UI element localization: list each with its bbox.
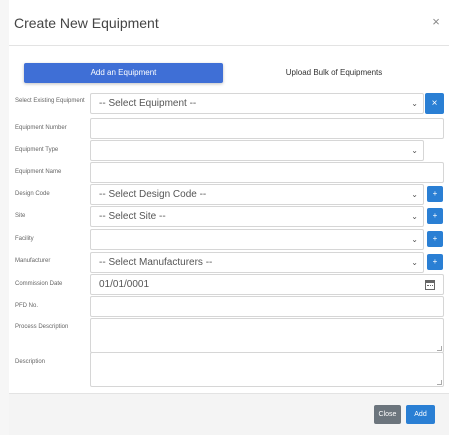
tab-bar: Add an Equipment Upload Bulk of Equipmen…	[9, 46, 449, 94]
equipment-number-label: Equipment Number	[15, 125, 67, 131]
modal-header: Create New Equipment ×	[9, 0, 449, 46]
add-design-code-button[interactable]: +	[427, 186, 443, 202]
site-label: Site	[15, 213, 26, 219]
plus-icon: +	[432, 234, 438, 243]
chevron-down-icon: ⌄	[411, 190, 418, 199]
site-value: -- Select Site --	[99, 211, 166, 222]
process-description-label: Process Description	[15, 324, 69, 330]
chevron-down-icon: ⌄	[411, 235, 418, 244]
close-button[interactable]: Close	[374, 405, 401, 424]
chevron-down-icon: ⌄	[411, 146, 418, 155]
facility-select[interactable]: ⌄	[90, 229, 424, 250]
manufacturer-value: -- Select Manufacturers --	[99, 257, 213, 268]
add-button[interactable]: Add	[406, 405, 435, 424]
add-manufacturer-button[interactable]: +	[427, 254, 443, 270]
commission-date-value: 01/01/0001	[99, 279, 150, 290]
manufacturer-label: Manufacturer	[15, 258, 51, 264]
equipment-type-select[interactable]: ⌄	[90, 140, 424, 161]
description-textarea[interactable]	[90, 352, 444, 387]
pfd-no-label: PFD No.	[15, 303, 39, 309]
pfd-no-input[interactable]	[90, 296, 444, 317]
commission-date-label: Commission Date	[15, 281, 63, 287]
equipment-name-input[interactable]	[90, 162, 444, 183]
existing-equipment-value: -- Select Equipment --	[99, 98, 197, 109]
facility-label: Facility	[15, 236, 34, 242]
calendar-icon[interactable]	[425, 280, 435, 290]
chevron-down-icon: ⌄	[411, 212, 418, 221]
create-equipment-modal: Create New Equipment × Add an Equipment …	[0, 0, 449, 435]
process-description-textarea[interactable]	[90, 318, 444, 353]
tab-upload-bulk[interactable]: Upload Bulk of Equipments	[234, 63, 434, 83]
description-label: Description	[15, 359, 46, 365]
manufacturer-select[interactable]: -- Select Manufacturers -- ⌄	[90, 252, 424, 273]
close-icon[interactable]: ×	[429, 15, 443, 29]
resize-handle-icon[interactable]	[437, 380, 442, 385]
commission-date-input[interactable]: 01/01/0001	[90, 274, 444, 295]
clear-equipment-button[interactable]: ×	[425, 93, 444, 114]
existing-equipment-label: Select Existing Equipment	[15, 98, 85, 104]
design-code-value: -- Select Design Code --	[99, 189, 207, 200]
equipment-name-label: Equipment Name	[15, 169, 62, 175]
design-code-select[interactable]: -- Select Design Code -- ⌄	[90, 184, 424, 205]
plus-icon: +	[432, 211, 438, 220]
chevron-down-icon: ⌄	[411, 99, 418, 108]
equipment-type-label: Equipment Type	[15, 147, 59, 153]
add-facility-button[interactable]: +	[427, 231, 443, 247]
modal-title: Create New Equipment	[14, 15, 159, 31]
add-site-button[interactable]: +	[427, 208, 443, 224]
design-code-label: Design Code	[15, 191, 50, 197]
site-select[interactable]: -- Select Site -- ⌄	[90, 206, 424, 227]
plus-icon: +	[432, 189, 438, 198]
resize-handle-icon[interactable]	[437, 346, 442, 351]
chevron-down-icon: ⌄	[411, 258, 418, 267]
tab-add-equipment[interactable]: Add an Equipment	[24, 63, 223, 83]
close-icon: ×	[431, 98, 438, 109]
plus-icon: +	[432, 257, 438, 266]
existing-equipment-select[interactable]: -- Select Equipment -- ⌄	[90, 93, 424, 114]
modal-footer: Close Add	[9, 393, 449, 435]
equipment-number-input[interactable]	[90, 118, 444, 139]
